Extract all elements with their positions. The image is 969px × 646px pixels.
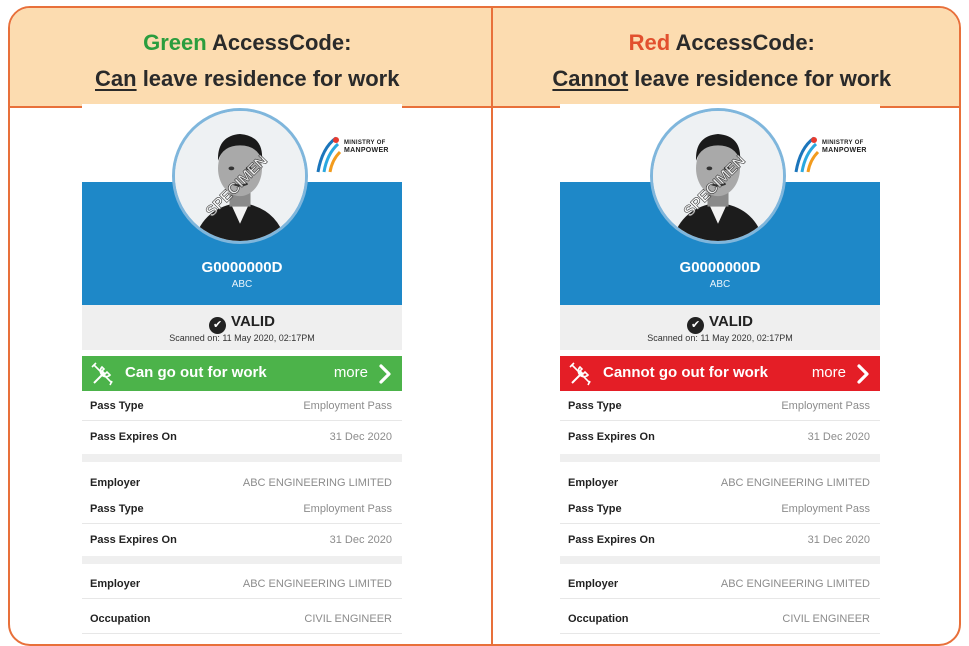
access-card-green: SPECIMEN MINISTRY OF MANPOWER G0000000D …: [82, 104, 402, 644]
section-separator: [560, 454, 880, 462]
detail-key: Pass Expires On: [90, 431, 177, 443]
valid-label: VALID: [709, 313, 753, 330]
detail-value: ABC ENGINEERING LIMITED: [720, 578, 870, 590]
mom-logo-icon: [794, 136, 820, 173]
status-bar-cannot-go-out[interactable]: Cannot go out for work more: [560, 356, 880, 391]
header-red-subtitle: leave residence for work: [628, 66, 892, 91]
mom-logo-line2: MANPOWER: [822, 147, 867, 154]
detail-row: Pass Expires On 31 Dec 2020: [82, 422, 402, 452]
more-link[interactable]: more: [812, 364, 846, 381]
header-red-color-word: Red: [628, 30, 671, 55]
header-green: Green AccessCode: Can leave residence fo…: [10, 8, 485, 106]
detail-row: Occupation CIVIL ENGINEER: [82, 604, 402, 634]
detail-value: 31 Dec 2020: [329, 534, 392, 546]
validity-box: ✔ VALID Scanned on: 11 May 2020, 02:17PM: [560, 305, 880, 350]
detail-row: Occupation CIVIL ENGINEER: [560, 604, 880, 634]
detail-value: 31 Dec 2020: [329, 431, 392, 443]
detail-key: Pass Expires On: [90, 534, 177, 546]
mom-logo-line1: MINISTRY OF: [822, 140, 864, 146]
access-card-red: SPECIMEN MINISTRY OF MANPOWER G0000000D …: [560, 104, 880, 644]
fin-number: G0000000D: [679, 259, 761, 276]
detail-row: Pass Type Employment Pass: [560, 494, 880, 524]
header-row: Green AccessCode: Can leave residence fo…: [10, 8, 959, 108]
detail-value: CIVIL ENGINEER: [304, 613, 392, 625]
detail-key: Pass Type: [90, 400, 144, 412]
scanned-timestamp: Scanned on: 11 May 2020, 02:17PM: [169, 333, 315, 343]
detail-row: Pass Expires On 31 Dec 2020: [82, 525, 402, 555]
detail-key: Pass Type: [568, 503, 622, 515]
detail-value: Employment Pass: [781, 503, 870, 515]
section-separator: [82, 454, 402, 462]
fin-number: G0000000D: [201, 259, 283, 276]
mom-logo-icon: [316, 136, 342, 173]
validity-box: ✔ VALID Scanned on: 11 May 2020, 02:17PM: [82, 305, 402, 350]
detail-value: 31 Dec 2020: [807, 534, 870, 546]
chevron-right-icon[interactable]: [856, 364, 870, 384]
header-green-subtitle: leave residence for work: [136, 66, 400, 91]
detail-row: Employer ABC ENGINEERING LIMITED: [560, 569, 880, 599]
column-divider: [491, 8, 493, 644]
avatar: SPECIMEN: [172, 108, 308, 244]
detail-key: Employer: [568, 578, 619, 590]
detail-key: Pass Type: [90, 503, 144, 515]
detail-key: Pass Expires On: [568, 431, 655, 443]
detail-row: Pass Type Employment Pass: [82, 391, 402, 421]
header-green-underlined: Can: [95, 66, 137, 91]
check-icon: ✔: [209, 317, 227, 334]
detail-value: Employment Pass: [781, 400, 870, 412]
header-red: Red AccessCode: Cannot leave residence f…: [485, 8, 960, 106]
scanned-timestamp: Scanned on: 11 May 2020, 02:17PM: [647, 333, 793, 343]
detail-key: Pass Type: [568, 400, 622, 412]
section-separator: [82, 556, 402, 564]
org-name: ABC: [709, 279, 731, 290]
section-separator: [560, 556, 880, 564]
status-bar-can-go-out[interactable]: Can go out for work more: [82, 356, 402, 391]
header-red-underlined: Cannot: [552, 66, 629, 91]
status-label: Cannot go out for work: [603, 364, 768, 381]
mom-logo: MINISTRY OF MANPOWER: [792, 134, 874, 174]
detail-value: Employment Pass: [303, 503, 392, 515]
mom-logo-line2: MANPOWER: [344, 147, 389, 154]
detail-key: Employer: [90, 477, 141, 489]
detail-value: ABC ENGINEERING LIMITED: [242, 578, 392, 590]
header-green-title: AccessCode:: [206, 30, 352, 55]
detail-value: ABC ENGINEERING LIMITED: [720, 477, 870, 489]
org-name: ABC: [231, 279, 253, 290]
more-link[interactable]: more: [334, 364, 368, 381]
valid-label: VALID: [231, 313, 275, 330]
header-red-title: AccessCode:: [670, 30, 815, 55]
status-label: Can go out for work: [125, 364, 267, 381]
detail-key: Occupation: [568, 613, 629, 625]
detail-key: Pass Expires On: [568, 534, 655, 546]
check-icon: ✔: [687, 317, 705, 334]
detail-key: Employer: [90, 578, 141, 590]
detail-row: Pass Expires On 31 Dec 2020: [560, 422, 880, 452]
chevron-right-icon[interactable]: [378, 364, 392, 384]
detail-value: ABC ENGINEERING LIMITED: [242, 477, 392, 489]
detail-key: Occupation: [90, 613, 151, 625]
mom-logo-line1: MINISTRY OF: [344, 140, 386, 146]
detail-row: Pass Type Employment Pass: [560, 391, 880, 421]
detail-row: Employer ABC ENGINEERING LIMITED: [82, 569, 402, 599]
avatar: SPECIMEN: [650, 108, 786, 244]
header-green-color-word: Green: [143, 30, 207, 55]
mom-logo: MINISTRY OF MANPOWER: [314, 134, 396, 174]
detail-value: Employment Pass: [303, 400, 392, 412]
detail-value: CIVIL ENGINEER: [782, 613, 870, 625]
detail-value: 31 Dec 2020: [807, 431, 870, 443]
detail-row: Pass Expires On 31 Dec 2020: [560, 525, 880, 555]
detail-key: Employer: [568, 477, 619, 489]
tools-icon: [91, 362, 113, 386]
detail-row: Pass Type Employment Pass: [82, 494, 402, 524]
tools-icon: [569, 362, 591, 386]
